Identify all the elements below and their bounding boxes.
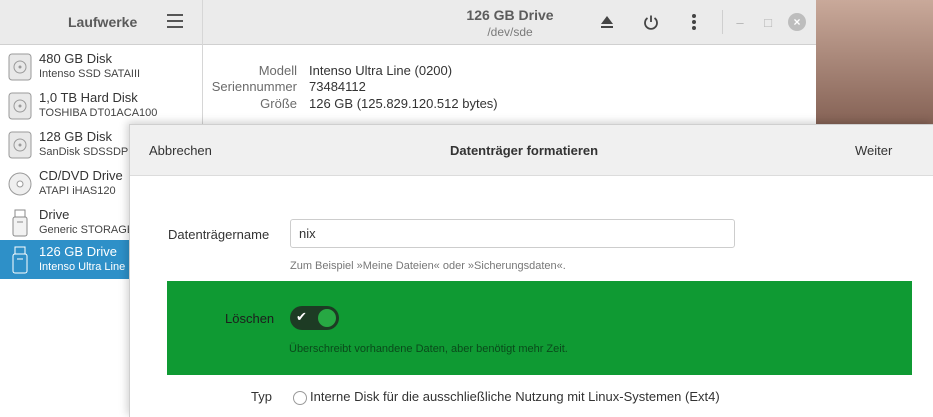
drive-model: Generic STORAGE: [39, 224, 135, 236]
drive-model: Intenso SSD SATAIII: [39, 68, 141, 80]
drive-name: Drive: [39, 207, 70, 222]
volume-name-label: Datenträgername: [168, 227, 270, 242]
header-separator: [722, 10, 723, 34]
size-value: 126 GB (125.829.120.512 bytes): [309, 96, 498, 111]
header-bar: Laufwerke 126 GB Drive /dev/sde – □ ×: [0, 0, 816, 45]
model-label: Modell: [258, 63, 297, 78]
type-option-ext4[interactable]: Interne Disk für die ausschließliche Nut…: [310, 389, 720, 404]
maximize-button[interactable]: □: [758, 12, 778, 32]
close-icon: ×: [788, 13, 806, 31]
dialog-header: Abbrechen Datenträger formatieren Weiter: [130, 125, 933, 176]
more-options-icon[interactable]: [682, 10, 706, 34]
drive-name: 1,0 TB Hard Disk: [39, 90, 138, 105]
type-radio-ext4[interactable]: [293, 391, 307, 405]
check-icon: ✔: [296, 309, 307, 324]
close-button[interactable]: ×: [787, 12, 807, 32]
drive-name: 126 GB Drive: [39, 244, 118, 259]
format-dialog: Abbrechen Datenträger formatieren Weiter…: [129, 124, 933, 417]
power-icon[interactable]: [639, 10, 663, 34]
drive-title: 126 GB Drive: [466, 7, 554, 23]
erase-toggle[interactable]: ✔: [290, 306, 339, 330]
volume-name-input[interactable]: [290, 219, 735, 248]
disk-icon: [8, 131, 32, 159]
drive-name: 128 GB Disk: [39, 129, 112, 144]
usb-drive-icon: [12, 209, 28, 237]
dialog-title: Datenträger formatieren: [450, 143, 599, 158]
drive-item[interactable]: 1,0 TB Hard Disk TOSHIBA DT01ACA100: [0, 86, 203, 125]
erase-label: Löschen: [225, 311, 275, 326]
erase-hint: Überschreibt vorhandene Daten, aber benö…: [289, 343, 568, 355]
size-label: Größe: [260, 96, 297, 111]
model-value: Intenso Ultra Line (0200): [309, 63, 453, 78]
drive-path: /dev/sde: [487, 25, 533, 39]
drive-name: CD/DVD Drive: [39, 168, 123, 183]
toggle-knob: [318, 309, 336, 327]
usb-drive-icon: [12, 246, 28, 274]
drive-model: ATAPI iHAS120: [39, 185, 116, 197]
eject-icon[interactable]: [595, 10, 619, 34]
volume-name-hint: Zum Beispiel »Meine Dateien« oder »Siche…: [290, 260, 566, 272]
minimize-button[interactable]: –: [730, 12, 750, 32]
cancel-button[interactable]: Abbrechen: [149, 143, 212, 158]
disk-icon: [8, 53, 32, 81]
drive-name: 480 GB Disk: [39, 51, 112, 66]
menu-icon[interactable]: [167, 14, 183, 28]
type-label: Typ: [251, 389, 272, 404]
serial-value: 73484112: [309, 79, 366, 94]
disk-icon: [8, 92, 32, 120]
drive-model: Intenso Ultra Line: [39, 261, 126, 273]
drive-item[interactable]: 480 GB Disk Intenso SSD SATAIII: [0, 47, 203, 86]
window-title: 126 GB Drive /dev/sde: [430, 7, 590, 39]
sidebar-title: Laufwerke: [68, 14, 138, 30]
sidebar-header: Laufwerke: [0, 0, 203, 45]
optical-disc-icon: [8, 172, 32, 196]
drive-model: SanDisk SDSSDP1: [39, 146, 135, 158]
serial-label: Seriennummer: [211, 79, 297, 94]
drive-info: Modell Intenso Ultra Line (0200) Serienn…: [203, 45, 816, 125]
drive-model: TOSHIBA DT01ACA100: [39, 107, 158, 119]
erase-section: Löschen ✔ Überschreibt vorhandene Daten,…: [167, 281, 912, 375]
next-button[interactable]: Weiter: [855, 143, 892, 158]
